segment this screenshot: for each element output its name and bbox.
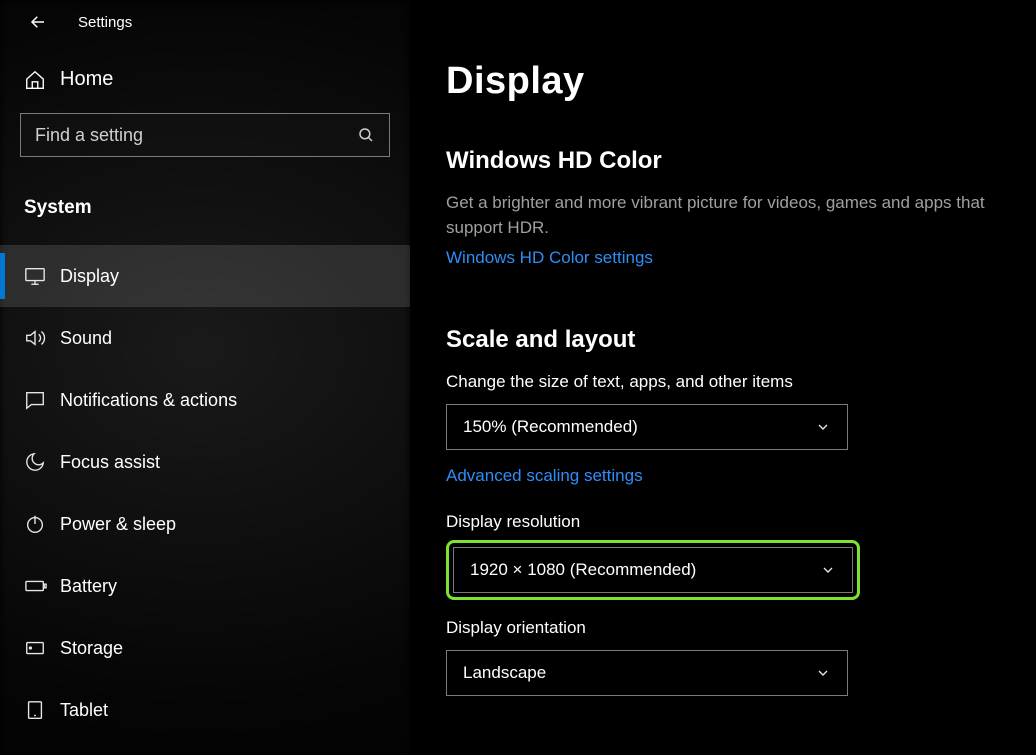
storage-icon <box>24 637 46 659</box>
power-icon <box>24 513 46 535</box>
monitor-icon <box>24 265 46 287</box>
page-title: Display <box>446 60 992 103</box>
moon-icon <box>24 451 46 473</box>
nav-list: Display Sound Notifications & actions <box>0 245 410 741</box>
nav-label: Sound <box>60 328 112 349</box>
search-icon <box>357 126 375 144</box>
sidebar: Settings Home System <box>0 0 410 755</box>
nav-label: Display <box>60 266 119 287</box>
search-box[interactable] <box>20 113 390 157</box>
advanced-scaling-link[interactable]: Advanced scaling settings <box>446 466 643 486</box>
sidebar-item-storage[interactable]: Storage <box>0 617 410 679</box>
sidebar-item-tablet[interactable]: Tablet <box>0 679 410 741</box>
section-header: System <box>0 157 410 245</box>
back-button[interactable] <box>28 12 48 32</box>
scale-layout-title: Scale and layout <box>446 326 992 354</box>
resolution-select[interactable]: 1920 × 1080 (Recommended) <box>453 547 853 593</box>
text-size-label: Change the size of text, apps, and other… <box>446 372 992 392</box>
sidebar-item-display[interactable]: Display <box>0 245 410 307</box>
main-panel: Display Windows HD Color Get a brighter … <box>410 0 1036 755</box>
resolution-label: Display resolution <box>446 512 992 532</box>
battery-icon <box>24 575 48 597</box>
orientation-select[interactable]: Landscape <box>446 650 848 696</box>
nav-label: Tablet <box>60 700 108 721</box>
app-title: Settings <box>78 14 132 31</box>
text-size-select[interactable]: 150% (Recommended) <box>446 404 848 450</box>
chevron-down-icon <box>815 665 831 681</box>
search-input[interactable] <box>35 125 357 146</box>
tablet-icon <box>24 699 46 721</box>
titlebar: Settings <box>0 0 410 44</box>
resolution-highlight: 1920 × 1080 (Recommended) <box>446 540 860 600</box>
message-icon <box>24 389 46 411</box>
hd-color-settings-link[interactable]: Windows HD Color settings <box>446 248 653 268</box>
hd-color-desc: Get a brighter and more vibrant picture … <box>446 191 992 240</box>
home-nav[interactable]: Home <box>0 44 410 113</box>
nav-label: Power & sleep <box>60 514 176 535</box>
sidebar-item-focus-assist[interactable]: Focus assist <box>0 431 410 493</box>
sidebar-item-power-sleep[interactable]: Power & sleep <box>0 493 410 555</box>
chevron-down-icon <box>815 419 831 435</box>
nav-label: Battery <box>60 576 117 597</box>
sidebar-item-notifications[interactable]: Notifications & actions <box>0 369 410 431</box>
text-size-value: 150% (Recommended) <box>463 417 638 437</box>
home-label: Home <box>60 68 113 91</box>
speaker-icon <box>24 327 46 349</box>
chevron-down-icon <box>820 562 836 578</box>
nav-label: Notifications & actions <box>60 390 237 411</box>
orientation-value: Landscape <box>463 663 546 683</box>
nav-label: Focus assist <box>60 452 160 473</box>
home-icon <box>24 69 46 91</box>
resolution-value: 1920 × 1080 (Recommended) <box>470 560 696 580</box>
sidebar-item-sound[interactable]: Sound <box>0 307 410 369</box>
nav-label: Storage <box>60 638 123 659</box>
hd-color-title: Windows HD Color <box>446 147 992 175</box>
arrow-left-icon <box>29 13 47 31</box>
sidebar-item-battery[interactable]: Battery <box>0 555 410 617</box>
orientation-label: Display orientation <box>446 618 992 638</box>
